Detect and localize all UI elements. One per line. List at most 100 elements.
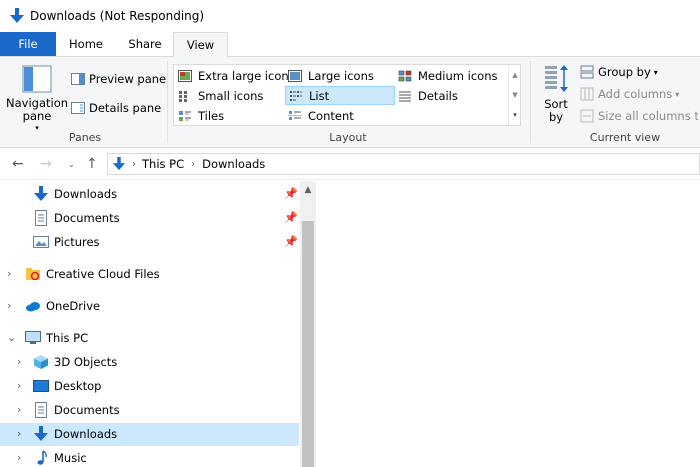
gallery-more-icon[interactable]: ▾ <box>509 105 521 125</box>
tree-item-onedrive[interactable]: › OneDrive <box>0 295 299 318</box>
tree-item-this-pc[interactable]: ⌄ This PC <box>0 327 299 350</box>
layout-item-label: Extra large icons <box>198 68 295 83</box>
breadcrumb-separator-icon[interactable]: › <box>132 159 136 170</box>
chevron-down-icon: ▾ <box>35 124 39 132</box>
breadcrumb-separator-icon[interactable]: › <box>191 159 195 170</box>
breadcrumb-downloads[interactable]: Downloads <box>202 157 265 171</box>
preview-pane-button[interactable]: Preview pane <box>71 72 166 86</box>
layout-group-label: Layout <box>329 131 367 144</box>
small-icons-icon <box>179 90 187 102</box>
navigation-pane-scrollbar[interactable]: ▲ <box>300 181 316 467</box>
layout-gallery-scroller[interactable]: ▲ ▼ ▾ <box>508 65 521 125</box>
tab-view[interactable]: View <box>173 32 228 57</box>
gallery-down-icon[interactable]: ▼ <box>509 85 521 105</box>
layout-item-label: Large icons <box>308 68 374 83</box>
layout-item-label: List <box>309 88 330 103</box>
layout-small-icons[interactable]: Small icons <box>175 86 285 105</box>
tree-item-label: Desktop <box>54 379 102 393</box>
layout-extra-large-icons[interactable]: Extra large icons <box>175 66 295 85</box>
group-by-icon <box>580 65 594 79</box>
tab-home[interactable]: Home <box>58 32 114 56</box>
chevron-right-icon[interactable]: › <box>17 427 21 440</box>
chevron-right-icon[interactable]: › <box>17 403 21 416</box>
tree-item-quick-downloads[interactable]: Downloads 📌 <box>0 183 299 206</box>
chevron-right-icon[interactable]: › <box>17 355 21 368</box>
address-bar: ← → ⌄ ↑ › This PC › Downloads <box>0 149 700 180</box>
recent-locations-chevron-icon[interactable]: ⌄ <box>68 160 75 169</box>
sort-by-button[interactable]: Sort by <box>537 64 575 124</box>
tree-item-music[interactable]: › Music <box>0 447 299 467</box>
tree-item-documents[interactable]: › Documents <box>0 399 299 422</box>
layout-list[interactable]: List <box>285 86 395 105</box>
ribbon: Navigation pane ▾ Preview pane Details p… <box>0 56 700 148</box>
tree-item-quick-documents[interactable]: Documents 📌 <box>0 207 299 230</box>
layout-large-icons[interactable]: Large icons <box>285 66 395 85</box>
layout-item-label: Medium icons <box>418 68 498 83</box>
navigation-pane-label: Navigation pane <box>6 96 69 123</box>
tree-item-label: Music <box>54 451 87 465</box>
chevron-right-icon[interactable]: › <box>17 379 21 392</box>
chevron-down-icon: ▾ <box>653 67 658 77</box>
large-icons-icon <box>288 69 302 82</box>
computer-icon <box>25 331 41 344</box>
current-view-group-label: Current view <box>589 131 661 144</box>
chevron-right-icon[interactable]: › <box>7 299 11 312</box>
pin-icon[interactable]: 📌 <box>284 235 298 248</box>
layout-medium-icons[interactable]: Medium icons <box>395 66 507 85</box>
download-arrow-icon <box>34 186 48 201</box>
scroll-up-icon[interactable]: ▲ <box>300 181 316 199</box>
pin-icon[interactable]: 📌 <box>284 187 298 200</box>
tree-item-downloads[interactable]: › Downloads <box>0 423 299 446</box>
tab-share[interactable]: Share <box>116 32 174 56</box>
tree-item-label: Creative Cloud Files <box>46 267 160 281</box>
ribbon-tabs: File Home Share View <box>0 32 700 57</box>
details-pane-button[interactable]: Details pane <box>71 101 161 115</box>
layout-content[interactable]: Content <box>285 106 395 125</box>
tree-item-quick-pictures[interactable]: Pictures 📌 <box>0 231 299 254</box>
breadcrumb-this-pc[interactable]: This PC <box>142 157 184 171</box>
panes-group-label: Panes <box>68 131 102 144</box>
sort-icon <box>545 65 568 92</box>
add-columns-button[interactable]: Add columns ▾ <box>580 87 679 101</box>
group-by-label: Group by <box>598 65 651 79</box>
size-columns-button[interactable]: Size all columns to fit <box>580 109 698 123</box>
sort-by-label: Sort by <box>544 97 568 124</box>
size-columns-label: Size all columns to fit <box>598 109 698 123</box>
pin-icon[interactable]: 📌 <box>284 211 298 224</box>
address-input[interactable]: › This PC › Downloads <box>107 153 700 175</box>
chevron-down-icon[interactable]: ⌄ <box>7 331 16 344</box>
medium-icons-icon <box>398 70 412 81</box>
navigation-pane-button[interactable]: Navigation pane ▾ <box>6 63 68 135</box>
layout-tiles[interactable]: Tiles <box>175 106 285 125</box>
tree-item-3d-objects[interactable]: › 3D Objects <box>0 351 299 374</box>
back-arrow-icon[interactable]: ← <box>12 156 24 172</box>
navigation-pane: Downloads 📌 Documents 📌 Pictures 📌 › Cre… <box>0 181 300 467</box>
scrollbar-thumb[interactable] <box>302 221 314 467</box>
download-arrow-icon <box>10 8 24 23</box>
tree-item-label: Documents <box>54 211 120 225</box>
tree-item-label: Downloads <box>54 427 118 441</box>
onedrive-cloud-icon <box>26 302 40 312</box>
extra-large-icons-icon <box>178 69 192 82</box>
group-divider <box>167 61 168 143</box>
gallery-up-icon[interactable]: ▲ <box>509 65 521 85</box>
size-columns-icon <box>580 109 594 123</box>
tree-item-label: Documents <box>54 403 120 417</box>
details-pane-label: Details pane <box>89 101 162 115</box>
up-arrow-icon[interactable]: ↑ <box>86 156 98 172</box>
tab-file[interactable]: File <box>0 32 56 56</box>
document-icon <box>35 210 47 226</box>
layout-details[interactable]: Details <box>395 86 507 105</box>
tree-item-label: OneDrive <box>46 299 101 313</box>
creative-cloud-icon <box>26 268 40 281</box>
content-view-icon <box>288 110 302 120</box>
tree-item-desktop[interactable]: › Desktop <box>0 375 299 398</box>
chevron-right-icon[interactable]: › <box>17 451 21 464</box>
group-by-button[interactable]: Group by ▾ <box>580 65 658 79</box>
download-arrow-icon <box>112 157 126 171</box>
file-list-area[interactable] <box>316 181 700 467</box>
document-icon <box>35 402 47 418</box>
chevron-right-icon[interactable]: › <box>7 267 11 280</box>
forward-arrow-icon[interactable]: → <box>40 156 52 172</box>
tree-item-creative-cloud[interactable]: › Creative Cloud Files <box>0 263 299 286</box>
